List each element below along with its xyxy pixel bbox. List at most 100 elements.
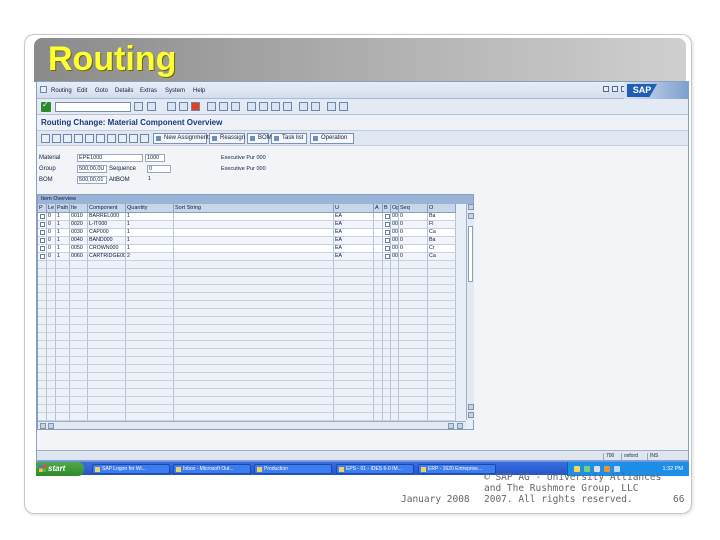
table-cell[interactable] bbox=[399, 285, 428, 293]
table-cell[interactable] bbox=[70, 285, 88, 293]
save-icon[interactable] bbox=[147, 102, 156, 111]
table-cell[interactable]: 0030 bbox=[391, 245, 399, 253]
table-cell[interactable] bbox=[47, 285, 56, 293]
table-cell[interactable] bbox=[38, 397, 47, 405]
table-cell[interactable] bbox=[374, 221, 383, 229]
column-header[interactable]: Component bbox=[88, 204, 126, 213]
table-cell[interactable] bbox=[334, 405, 374, 413]
table-cell[interactable] bbox=[174, 229, 334, 237]
table-cell[interactable] bbox=[374, 301, 383, 309]
table-cell[interactable] bbox=[391, 373, 399, 381]
table-cell[interactable] bbox=[428, 365, 456, 373]
table-cell[interactable] bbox=[56, 357, 70, 365]
table-cell[interactable] bbox=[47, 389, 56, 397]
table-cell[interactable] bbox=[399, 325, 428, 333]
table-cell[interactable] bbox=[174, 277, 334, 285]
table-cell[interactable] bbox=[428, 405, 456, 413]
select-all-icon[interactable] bbox=[52, 134, 61, 143]
bom-button[interactable]: BOM bbox=[247, 133, 272, 144]
column-header[interactable]: Oper bbox=[391, 204, 399, 213]
table-cell[interactable] bbox=[383, 325, 391, 333]
sap-menu-icon[interactable] bbox=[40, 86, 47, 93]
table-cell[interactable] bbox=[334, 333, 374, 341]
group-field[interactable]: 500,00,0U bbox=[77, 165, 107, 173]
table-cell[interactable] bbox=[428, 333, 456, 341]
task-sap-logon[interactable]: SAP Logon for Wi... bbox=[92, 464, 170, 474]
new-session-icon[interactable] bbox=[299, 102, 308, 111]
table-cell[interactable]: 2 bbox=[126, 253, 174, 261]
table-cell[interactable] bbox=[383, 261, 391, 269]
table-cell[interactable]: Ba bbox=[428, 237, 456, 245]
table-cell[interactable] bbox=[47, 365, 56, 373]
table-cell[interactable] bbox=[399, 269, 428, 277]
table-cell[interactable]: 1 bbox=[126, 221, 174, 229]
table-cell[interactable] bbox=[56, 389, 70, 397]
table-cell[interactable] bbox=[383, 269, 391, 277]
table-cell[interactable] bbox=[56, 349, 70, 357]
table-cell[interactable] bbox=[126, 389, 174, 397]
table-cell[interactable] bbox=[374, 373, 383, 381]
scroll-end-icon[interactable] bbox=[457, 423, 463, 429]
table-cell[interactable] bbox=[383, 397, 391, 405]
column-header[interactable]: Seq bbox=[399, 204, 428, 213]
table-cell[interactable] bbox=[47, 317, 56, 325]
table-cell[interactable] bbox=[374, 365, 383, 373]
table-cell[interactable]: EA bbox=[334, 213, 374, 221]
table-cell[interactable] bbox=[383, 253, 391, 261]
table-cell[interactable] bbox=[126, 349, 174, 357]
table-cell[interactable] bbox=[391, 269, 399, 277]
table-cell[interactable] bbox=[38, 333, 47, 341]
table-cell[interactable] bbox=[399, 365, 428, 373]
table-cell[interactable] bbox=[38, 349, 47, 357]
table-cell[interactable] bbox=[174, 317, 334, 325]
table-cell[interactable] bbox=[47, 261, 56, 269]
table-cell[interactable] bbox=[428, 325, 456, 333]
table-cell[interactable] bbox=[374, 413, 383, 421]
table-cell[interactable]: 0010 bbox=[70, 213, 88, 221]
sort-down-icon[interactable] bbox=[107, 134, 116, 143]
table-cell[interactable] bbox=[334, 301, 374, 309]
table-cell[interactable]: 1 bbox=[56, 253, 70, 261]
layout-icon[interactable] bbox=[339, 102, 348, 111]
table-cell[interactable] bbox=[391, 349, 399, 357]
table-cell[interactable]: Ca bbox=[428, 229, 456, 237]
table-cell[interactable] bbox=[374, 317, 383, 325]
table-cell[interactable] bbox=[88, 285, 126, 293]
first-page-icon[interactable] bbox=[247, 102, 256, 111]
scroll-bottom-icon[interactable] bbox=[468, 412, 474, 418]
table-cell[interactable] bbox=[391, 365, 399, 373]
table-cell[interactable] bbox=[374, 381, 383, 389]
table-cell[interactable] bbox=[174, 373, 334, 381]
table-cell[interactable] bbox=[38, 413, 47, 421]
table-cell[interactable] bbox=[38, 261, 47, 269]
table-cell[interactable] bbox=[88, 277, 126, 285]
table-cell[interactable]: 0 bbox=[399, 253, 428, 261]
table-cell[interactable] bbox=[88, 309, 126, 317]
table-cell[interactable]: 1 bbox=[56, 221, 70, 229]
table-cell[interactable] bbox=[428, 277, 456, 285]
table-cell[interactable] bbox=[126, 405, 174, 413]
table-cell[interactable] bbox=[383, 301, 391, 309]
table-cell[interactable] bbox=[374, 349, 383, 357]
table-cell[interactable]: 0 bbox=[47, 229, 56, 237]
table-cell[interactable] bbox=[374, 285, 383, 293]
table-cell[interactable]: EA bbox=[334, 253, 374, 261]
table-cell[interactable] bbox=[399, 341, 428, 349]
table-cell[interactable] bbox=[88, 333, 126, 341]
menu-goto[interactable]: Goto bbox=[95, 88, 108, 94]
table-cell[interactable] bbox=[383, 285, 391, 293]
column-header[interactable]: Ite bbox=[70, 204, 88, 213]
table-cell[interactable] bbox=[391, 397, 399, 405]
table-cell[interactable] bbox=[399, 397, 428, 405]
table-cell[interactable] bbox=[47, 301, 56, 309]
table-cell[interactable] bbox=[334, 309, 374, 317]
table-cell[interactable]: Ba bbox=[428, 213, 456, 221]
table-cell[interactable] bbox=[38, 381, 47, 389]
table-cell[interactable] bbox=[38, 277, 47, 285]
table-cell[interactable]: 0040 bbox=[70, 237, 88, 245]
table-cell[interactable] bbox=[70, 397, 88, 405]
table-cell[interactable]: 1 bbox=[126, 245, 174, 253]
table-cell[interactable] bbox=[399, 381, 428, 389]
table-cell[interactable] bbox=[38, 405, 47, 413]
table-cell[interactable] bbox=[174, 269, 334, 277]
